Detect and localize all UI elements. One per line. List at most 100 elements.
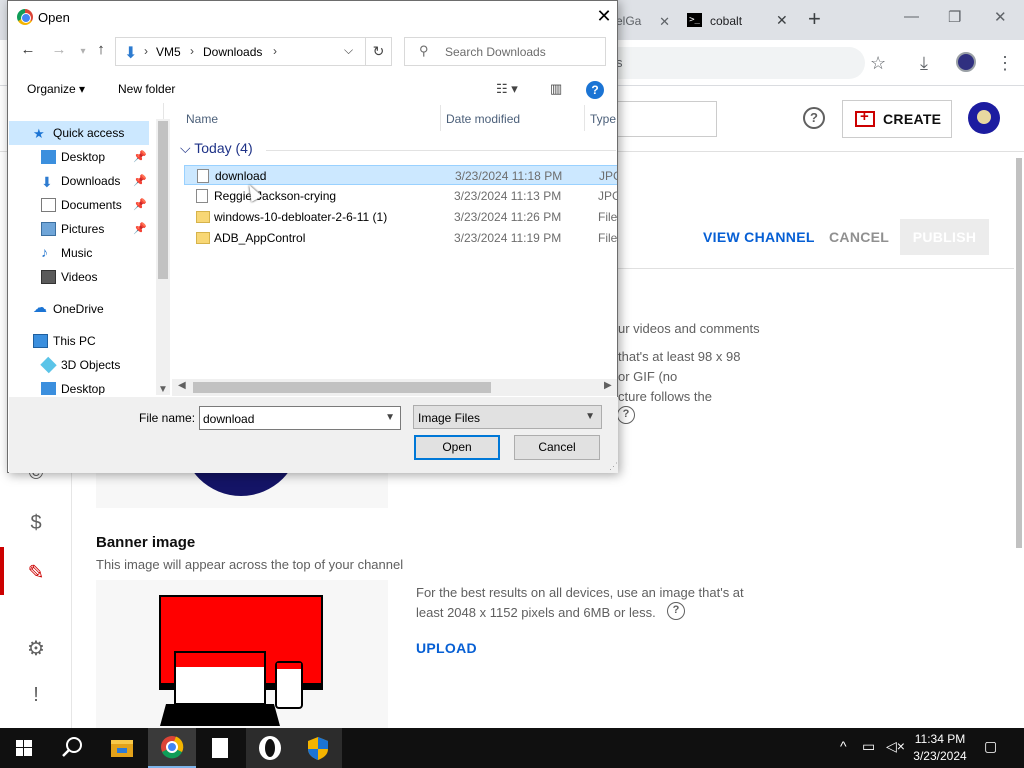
pin-icon[interactable]: 📌 bbox=[133, 174, 147, 187]
search-button[interactable] bbox=[48, 728, 96, 768]
restore-icon[interactable]: ❐ bbox=[948, 8, 961, 26]
column-divider[interactable] bbox=[584, 105, 585, 131]
minimize-icon[interactable]: — bbox=[904, 8, 919, 25]
nav-item-desktop-pc[interactable]: Desktop bbox=[9, 377, 149, 395]
organize-menu[interactable]: Organize ▾ bbox=[27, 82, 85, 96]
group-header-today[interactable]: ⌵ Today (4) bbox=[180, 140, 253, 157]
browser-tab-partial[interactable]: elGa ✕ bbox=[612, 8, 674, 40]
chrome-taskbar[interactable] bbox=[148, 728, 196, 768]
dialog-close-icon[interactable]: ✕ bbox=[592, 3, 616, 29]
close-tab-icon[interactable]: ✕ bbox=[776, 12, 788, 29]
nav-item-documents[interactable]: Documents 📌 bbox=[9, 193, 149, 217]
pin-icon[interactable]: 📌 bbox=[133, 198, 147, 211]
start-button[interactable] bbox=[0, 728, 48, 768]
close-window-icon[interactable]: ✕ bbox=[994, 8, 1007, 26]
address-bar[interactable]: s bbox=[600, 47, 865, 79]
nav-pane-scrollbar[interactable]: ▼ bbox=[156, 119, 170, 395]
open-button[interactable]: Open bbox=[414, 435, 500, 460]
column-divider[interactable] bbox=[440, 105, 441, 131]
cancel-changes-button[interactable]: CANCEL bbox=[829, 229, 889, 245]
chevron-up-icon[interactable]: ^ bbox=[840, 738, 847, 754]
nav-item-pictures[interactable]: Pictures 📌 bbox=[9, 217, 149, 241]
notepad-taskbar[interactable] bbox=[196, 728, 244, 768]
nav-item-music[interactable]: ♪ Music bbox=[9, 241, 149, 265]
file-name-input[interactable]: download ▼ bbox=[199, 406, 401, 430]
settings-gear-icon[interactable]: ⚙ bbox=[24, 636, 48, 660]
banner-upload-button[interactable]: UPLOAD bbox=[416, 640, 477, 656]
breadcrumb-chevron-icon[interactable]: › bbox=[190, 44, 194, 58]
picture-help-icon[interactable]: ? bbox=[617, 406, 635, 424]
pin-icon[interactable]: 📌 bbox=[133, 150, 147, 163]
nav-item-3d-objects[interactable]: 3D Objects bbox=[9, 353, 149, 377]
notification-icon[interactable]: ▢ bbox=[984, 738, 997, 755]
file-list-hscrollbar[interactable]: ◀ ▶ bbox=[172, 379, 617, 396]
nav-item-quick-access[interactable]: ★ Quick access bbox=[9, 121, 149, 145]
network-icon[interactable]: ▭ bbox=[862, 738, 875, 755]
new-folder-button[interactable]: New folder bbox=[118, 82, 175, 96]
volume-muted-icon[interactable]: ◁× bbox=[886, 738, 905, 755]
download-icon[interactable]: ⤓ bbox=[920, 53, 928, 74]
menu-dots-icon[interactable]: ⋮ bbox=[996, 53, 1014, 74]
folder-icon bbox=[196, 211, 210, 223]
file-row[interactable]: windows-10-debloater-2-6-11 (1) 3/23/202… bbox=[184, 207, 617, 227]
breadcrumb-chevron-icon[interactable]: › bbox=[273, 44, 277, 58]
opera-taskbar[interactable] bbox=[246, 728, 294, 768]
file-explorer-taskbar[interactable] bbox=[98, 728, 146, 768]
clock-time[interactable]: 11:34 PM bbox=[912, 732, 968, 746]
preview-pane-icon[interactable]: ▥ bbox=[550, 81, 562, 97]
hscrollbar-thumb[interactable] bbox=[193, 382, 491, 393]
cancel-button[interactable]: Cancel bbox=[514, 435, 600, 460]
new-tab-button[interactable]: + bbox=[808, 6, 821, 32]
page-scrollbar-thumb[interactable] bbox=[1016, 158, 1022, 548]
back-arrow-icon[interactable]: ← bbox=[17, 41, 39, 58]
scroll-down-icon[interactable]: ▼ bbox=[158, 384, 168, 395]
resize-grip-icon[interactable]: ⋰ bbox=[609, 461, 618, 472]
nav-pane-scrollbar-thumb[interactable] bbox=[158, 121, 168, 279]
column-header-name[interactable]: Name bbox=[186, 112, 218, 126]
feedback-icon[interactable]: ! bbox=[24, 684, 48, 708]
pin-icon[interactable]: 📌 bbox=[133, 222, 147, 235]
forward-arrow-icon[interactable]: → bbox=[48, 41, 70, 58]
up-arrow-icon[interactable]: ↑ bbox=[90, 41, 112, 58]
channel-avatar[interactable] bbox=[968, 102, 1000, 134]
clock-date[interactable]: 3/23/2024 bbox=[908, 749, 972, 763]
breadcrumb-downloads[interactable]: Downloads bbox=[203, 45, 262, 59]
column-header-date[interactable]: Date modified bbox=[446, 112, 520, 126]
create-button[interactable]: CREATE bbox=[842, 100, 952, 138]
search-downloads-input[interactable]: ⚲ Search Downloads bbox=[404, 37, 606, 66]
nav-item-label: OneDrive bbox=[53, 302, 104, 316]
file-row[interactable]: ADB_AppControl 3/23/2024 11:19 PM File f… bbox=[184, 228, 617, 248]
browser-tab-cobalt[interactable]: >_ cobalt ✕ bbox=[678, 8, 800, 40]
file-row[interactable]: download 3/23/2024 11:18 PM JPG F bbox=[184, 165, 617, 185]
scroll-left-icon[interactable]: ◀ bbox=[178, 380, 186, 391]
help-icon[interactable]: ? bbox=[586, 81, 604, 99]
nav-item-onedrive[interactable]: ☁ OneDrive bbox=[9, 297, 149, 321]
page-scrollbar[interactable] bbox=[1014, 152, 1024, 728]
customization-wand-icon[interactable]: ✎ bbox=[24, 560, 48, 584]
close-tab-icon[interactable]: ✕ bbox=[659, 14, 670, 30]
security-taskbar[interactable] bbox=[294, 728, 342, 768]
address-breadcrumb[interactable]: ⬇ › VM5 › Downloads › ⌵ bbox=[115, 37, 366, 66]
nav-item-videos[interactable]: Videos bbox=[9, 265, 149, 289]
profile-avatar-icon[interactable] bbox=[956, 52, 976, 72]
help-icon[interactable]: ? bbox=[803, 107, 825, 129]
file-type-select[interactable]: Image Files ▼ bbox=[413, 405, 602, 429]
view-channel-button[interactable]: VIEW CHANNEL bbox=[703, 229, 815, 245]
view-options-icon[interactable]: ☷ ▾ bbox=[496, 81, 518, 97]
nav-item-desktop[interactable]: Desktop 📌 bbox=[9, 145, 149, 169]
nav-item-downloads[interactable]: ⬇ Downloads 📌 bbox=[9, 169, 149, 193]
search-icon: ⚲ bbox=[419, 43, 429, 58]
refresh-icon[interactable]: ↻ bbox=[366, 37, 392, 66]
taskbar: ^ ▭ ◁× 11:34 PM 3/23/2024 ▢ bbox=[0, 728, 1024, 768]
address-dropdown-icon[interactable]: ⌵ bbox=[344, 43, 353, 58]
monetization-icon[interactable]: $ bbox=[24, 512, 48, 536]
bookmark-star-icon[interactable]: ☆ bbox=[870, 53, 886, 74]
breadcrumb-chevron-icon[interactable]: › bbox=[144, 44, 148, 58]
nav-item-this-pc[interactable]: This PC bbox=[9, 329, 149, 353]
breadcrumb-vm5[interactable]: VM5 bbox=[156, 45, 181, 59]
banner-help-icon[interactable]: ? bbox=[667, 602, 685, 620]
chevron-down-icon[interactable]: ▼ bbox=[385, 412, 395, 423]
column-header-type[interactable]: Type bbox=[590, 112, 616, 126]
publish-button[interactable]: PUBLISH bbox=[900, 219, 989, 255]
scroll-right-icon[interactable]: ▶ bbox=[604, 380, 612, 391]
